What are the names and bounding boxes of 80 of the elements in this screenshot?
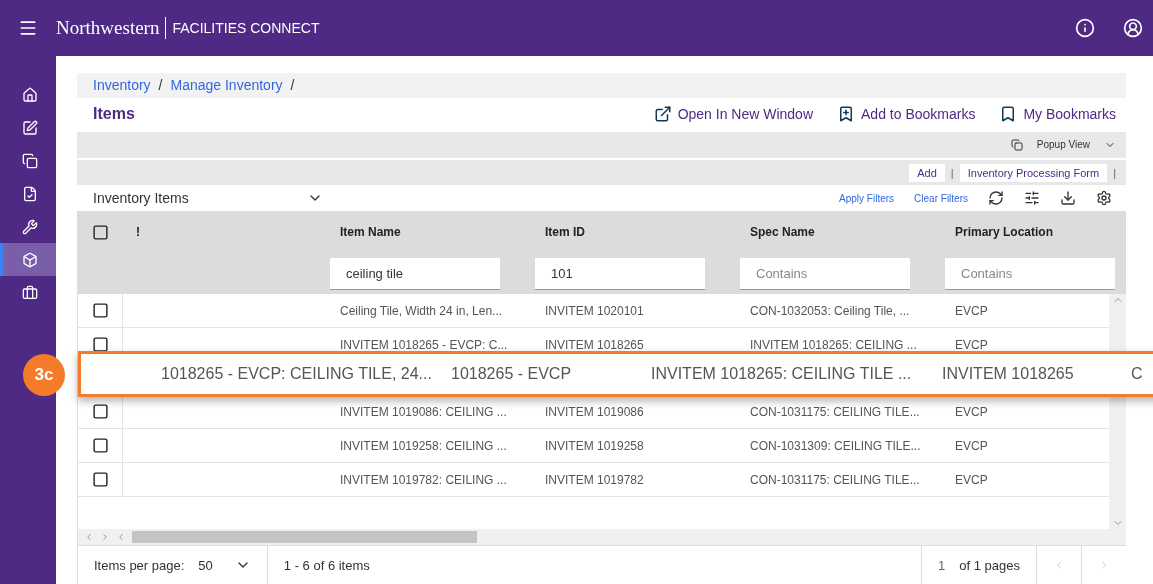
cube-icon bbox=[21, 251, 38, 268]
settings-icon[interactable] bbox=[1096, 190, 1112, 207]
table-cell-text: EVCP bbox=[954, 303, 989, 318]
table-cell-text: EVCP bbox=[954, 404, 989, 419]
external-link-icon bbox=[653, 104, 672, 123]
table-cell-text: CON-1031309: CEILING TILE... bbox=[749, 438, 922, 453]
refresh-icon[interactable] bbox=[988, 190, 1004, 207]
table-cell-text: INVITEM 1019086: CEILING ... bbox=[339, 404, 508, 419]
table-cell-text: INVITEM 1018265 bbox=[544, 337, 645, 352]
download-icon[interactable] bbox=[1060, 190, 1076, 207]
page-field[interactable]: 1 bbox=[938, 557, 946, 573]
checkbox[interactable] bbox=[91, 223, 109, 241]
table-cell-text: EVCP bbox=[954, 438, 989, 453]
highlight-cell: INVITEM 1018265: CEILING TILE ... bbox=[651, 365, 912, 383]
document-icon bbox=[21, 185, 38, 202]
table-cell-text: CON-1031175: CEILING TILE... bbox=[749, 472, 921, 487]
table-cell-text: INVITEM 1018265: CEILING ... bbox=[749, 337, 918, 352]
table-cell-text: CON-1032053: Ceiling Tile, ... bbox=[749, 303, 911, 318]
breadcrumb-separator: / bbox=[290, 77, 295, 94]
breadcrumb-link[interactable]: Manage Inventory bbox=[170, 77, 283, 94]
row-checkbox[interactable] bbox=[91, 437, 109, 454]
page-count: of 1 pages bbox=[959, 557, 1020, 573]
popup-icon bbox=[1010, 138, 1023, 151]
row-checkbox[interactable] bbox=[91, 302, 109, 319]
toolbar-button[interactable]: Add bbox=[909, 163, 945, 182]
per-page-label: Items per page: bbox=[94, 557, 185, 573]
breadcrumb-separator: / bbox=[158, 77, 163, 94]
filter-field[interactable]: 101 bbox=[535, 257, 705, 290]
row-checkbox[interactable] bbox=[91, 403, 109, 420]
table-cell-text: EVCP bbox=[954, 337, 989, 352]
column-header: Spec Name bbox=[749, 225, 816, 239]
table-cell-text: INVITEM 1019258 bbox=[544, 438, 645, 453]
table-cell-text: INVITEM 1019782: CEILING ... bbox=[339, 472, 508, 487]
view-select[interactable]: Inventory Items bbox=[77, 190, 323, 207]
column-header: Primary Location bbox=[954, 225, 1055, 239]
table-cell-text: Ceiling Tile, Width 24 in, Len... bbox=[339, 303, 504, 318]
filter-field[interactable]: ceiling tile bbox=[330, 257, 500, 290]
table-cell-text: INVITEM 1018265 - EVCP: C... bbox=[339, 337, 509, 352]
user-icon[interactable] bbox=[1123, 18, 1143, 38]
menu-icon[interactable] bbox=[18, 18, 38, 38]
separator: | bbox=[1113, 166, 1116, 179]
highlight-cell: INVITEM 1018265 bbox=[942, 365, 1074, 383]
filter-field[interactable]: Contains bbox=[945, 257, 1115, 290]
product-name: FACILITIES CONNECT bbox=[171, 20, 320, 36]
filter-link[interactable]: Clear Filters bbox=[914, 192, 968, 204]
sliders-icon[interactable] bbox=[1024, 190, 1040, 207]
edit-icon bbox=[21, 119, 38, 136]
column-header: Item Name bbox=[339, 225, 402, 239]
table-cell-text: INVITEM 1019258: CEILING ... bbox=[339, 438, 508, 453]
column-header: Item ID bbox=[544, 225, 586, 239]
highlight-cell: 1018265 - EVCP: CEILING TILE, 24... bbox=[161, 365, 432, 383]
column-header: ! bbox=[135, 225, 141, 239]
toolbar-button[interactable]: Inventory Processing Form bbox=[959, 163, 1108, 182]
row-checkbox[interactable] bbox=[91, 471, 109, 488]
row-checkbox[interactable] bbox=[91, 336, 109, 353]
item-range: 1 - 6 of 6 items bbox=[283, 557, 370, 573]
page-action-link[interactable]: My Bookmarks bbox=[999, 104, 1116, 123]
page-action-link[interactable]: Add to Bookmarks bbox=[837, 104, 976, 123]
scrollbar-thumb[interactable] bbox=[132, 531, 477, 543]
copy-icon bbox=[21, 152, 38, 169]
table-cell-text: INVITEM 1019086 bbox=[544, 404, 645, 419]
breadcrumb-link[interactable]: Inventory bbox=[93, 77, 151, 94]
page-title: Items bbox=[93, 104, 136, 123]
page-action-link[interactable]: Open In New Window bbox=[653, 104, 814, 123]
info-icon[interactable] bbox=[1075, 18, 1095, 38]
per-page-select[interactable]: 50 bbox=[198, 557, 251, 573]
highlight-cell: 1018265 - EVCP bbox=[451, 365, 572, 383]
brand-name: Northwestern bbox=[56, 17, 167, 39]
home-icon bbox=[21, 86, 38, 103]
filter-link[interactable]: Apply Filters bbox=[839, 192, 895, 204]
highlight-cell: C bbox=[1131, 365, 1143, 383]
wrench-icon bbox=[21, 218, 38, 235]
table-cell-text: CON-1031175: CEILING TILE... bbox=[749, 404, 921, 419]
separator: | bbox=[950, 166, 954, 179]
briefcase-icon bbox=[21, 284, 38, 301]
table-cell-text: INVITEM 1019782 bbox=[544, 472, 645, 487]
table-cell-text: EVCP bbox=[954, 472, 989, 487]
filter-field[interactable]: Contains bbox=[740, 257, 910, 290]
popup-view-button[interactable]: Popup View bbox=[1028, 136, 1098, 154]
table-cell-text: INVITEM 1020101 bbox=[544, 303, 645, 318]
